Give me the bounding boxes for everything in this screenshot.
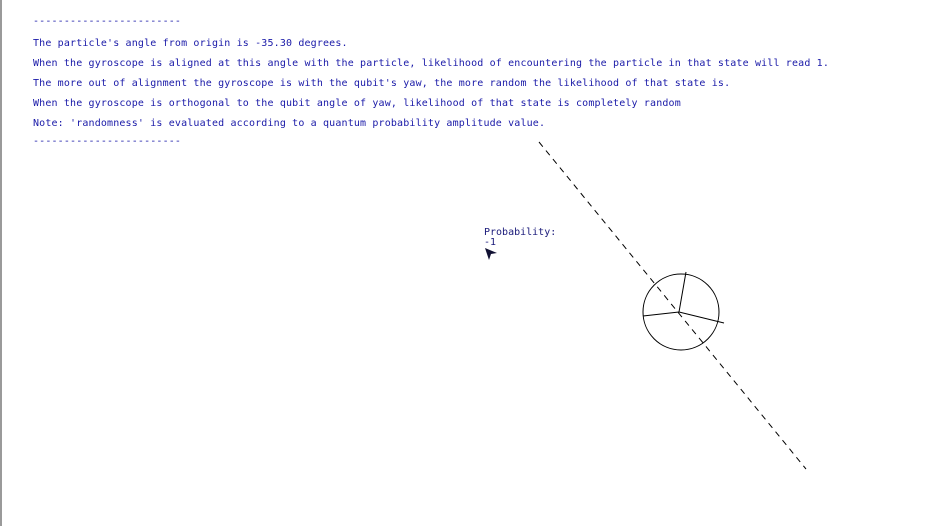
gyroscope-scene [538, 141, 807, 470]
simulation-window: ------------------------ The particle's … [0, 0, 944, 526]
gyroscope-icon[interactable] [642, 271, 725, 351]
particle-alignment-line [538, 141, 807, 470]
